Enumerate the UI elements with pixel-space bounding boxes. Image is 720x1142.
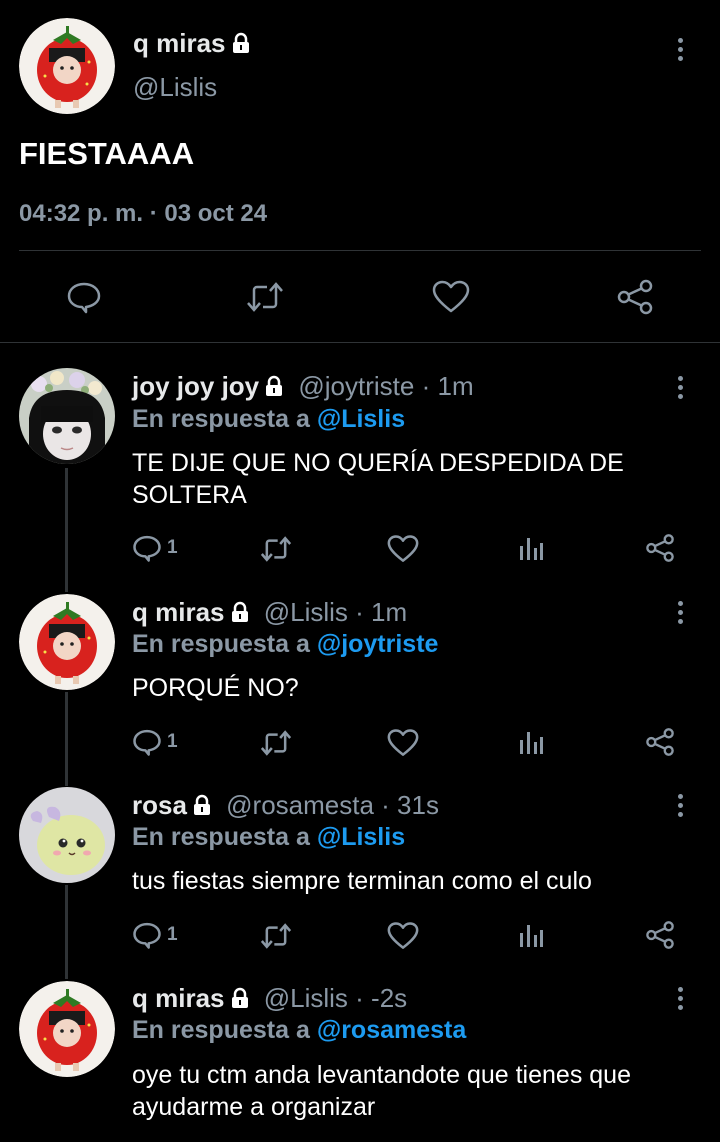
reply-text: PORQUÉ NO? [132,672,299,704]
thread-line [65,692,68,786]
reply-to-line: En respuesta a @Lislis [132,823,405,852]
avatar-q-miras[interactable] [19,594,115,690]
reply-to-line: En respuesta a @joytriste [132,630,438,659]
time: · 31s [381,790,439,820]
time: · 1m [421,371,474,401]
reply-to-line: En respuesta a @Lislis [132,405,405,434]
reply-text: TE DIJE QUE NO QUERÍA DESPEDIDA DE SOLTE… [132,447,624,511]
lock-icon [230,30,252,61]
thread-line [65,885,68,979]
text-line: PORQUÉ NO? [132,674,299,702]
avatar-q-miras[interactable] [19,981,115,1077]
like-icon[interactable] [387,728,419,763]
lock-icon [229,985,251,1016]
like-icon[interactable] [387,534,419,569]
analytics-icon[interactable] [518,534,544,567]
like-icon[interactable] [387,921,419,956]
display-name[interactable]: joy joy joy [132,371,259,401]
reply-header: q miras @Lislis · 1m [132,597,407,630]
text-line: SOLTERA [132,481,247,509]
like-icon[interactable] [432,279,470,320]
reply-count: 1 [167,731,178,752]
divider [19,250,701,251]
handle[interactable]: @rosamesta [226,790,374,820]
main-timestamp[interactable]: 04:32 p. m. · 03 oct 24 [19,200,267,228]
main-display-name[interactable]: q miras [133,28,252,61]
analytics-icon[interactable] [518,728,544,761]
retweet-icon[interactable] [259,921,293,956]
text-line: oye tu ctm anda levantandote que tienes … [132,1061,631,1089]
reply-text: tus fiestas siempre terminan como el cul… [132,865,592,897]
reply-to-line: En respuesta a @rosamesta [132,1016,466,1045]
reply-to-link[interactable]: @Lislis [317,823,405,851]
share-icon[interactable] [645,533,675,568]
main-handle[interactable]: @Lislis [133,72,217,103]
reply-to-link[interactable]: @Lislis [317,405,405,433]
thread-line [65,468,68,592]
display-name[interactable]: q miras [132,597,225,627]
text-line: ayudarme a organizar [132,1093,376,1121]
share-icon[interactable] [645,920,675,955]
display-name[interactable]: rosa [132,790,187,820]
retweet-icon[interactable] [259,534,293,569]
time: · -2s [355,983,408,1013]
more-options-icon[interactable] [676,38,684,61]
reply-to-link[interactable]: @joytriste [317,630,439,658]
reply-header: q miras @Lislis · -2s [132,983,407,1016]
lock-icon [191,792,213,823]
retweet-icon[interactable] [245,279,285,320]
display-name-text: q miras [133,28,226,58]
share-icon[interactable] [645,727,675,762]
analytics-icon[interactable] [518,921,544,954]
more-options-icon[interactable] [676,376,684,399]
reply-header: joy joy joy @joytriste · 1m [132,371,474,404]
lock-icon [263,373,285,404]
reply-header: rosa @rosamesta · 31s [132,790,439,823]
reply-to-link[interactable]: @rosamesta [317,1016,466,1044]
text-line: TE DIJE QUE NO QUERÍA DESPEDIDA DE [132,449,624,477]
main-tweet-text: FIESTAAAA [19,136,195,171]
reply-label: En respuesta a [132,823,310,851]
display-name[interactable]: q miras [132,983,225,1013]
reply-label: En respuesta a [132,405,310,433]
handle[interactable]: @Lislis [264,597,348,627]
time: · 1m [355,597,408,627]
reply-text: oye tu ctm anda levantandote que tienes … [132,1059,631,1123]
lock-icon [229,599,251,630]
reply-icon[interactable] [66,279,102,320]
more-options-icon[interactable] [676,601,684,624]
avatar-joy[interactable] [19,368,115,464]
retweet-icon[interactable] [259,728,293,763]
reply-count: 1 [167,924,178,945]
share-icon[interactable] [616,279,654,320]
reply-icon[interactable] [132,727,162,762]
reply-icon[interactable] [132,533,162,568]
more-options-icon[interactable] [676,987,684,1010]
avatar-rosa[interactable] [19,787,115,883]
reply-count: 1 [167,537,178,558]
handle[interactable]: @Lislis [264,983,348,1013]
handle[interactable]: @joytriste [298,371,414,401]
reply-label: En respuesta a [132,1016,310,1044]
divider [0,342,720,343]
reply-icon[interactable] [132,920,162,955]
more-options-icon[interactable] [676,794,684,817]
text-line: tus fiestas siempre terminan como el cul… [132,867,592,895]
avatar-q-miras[interactable] [19,18,115,114]
reply-label: En respuesta a [132,630,310,658]
